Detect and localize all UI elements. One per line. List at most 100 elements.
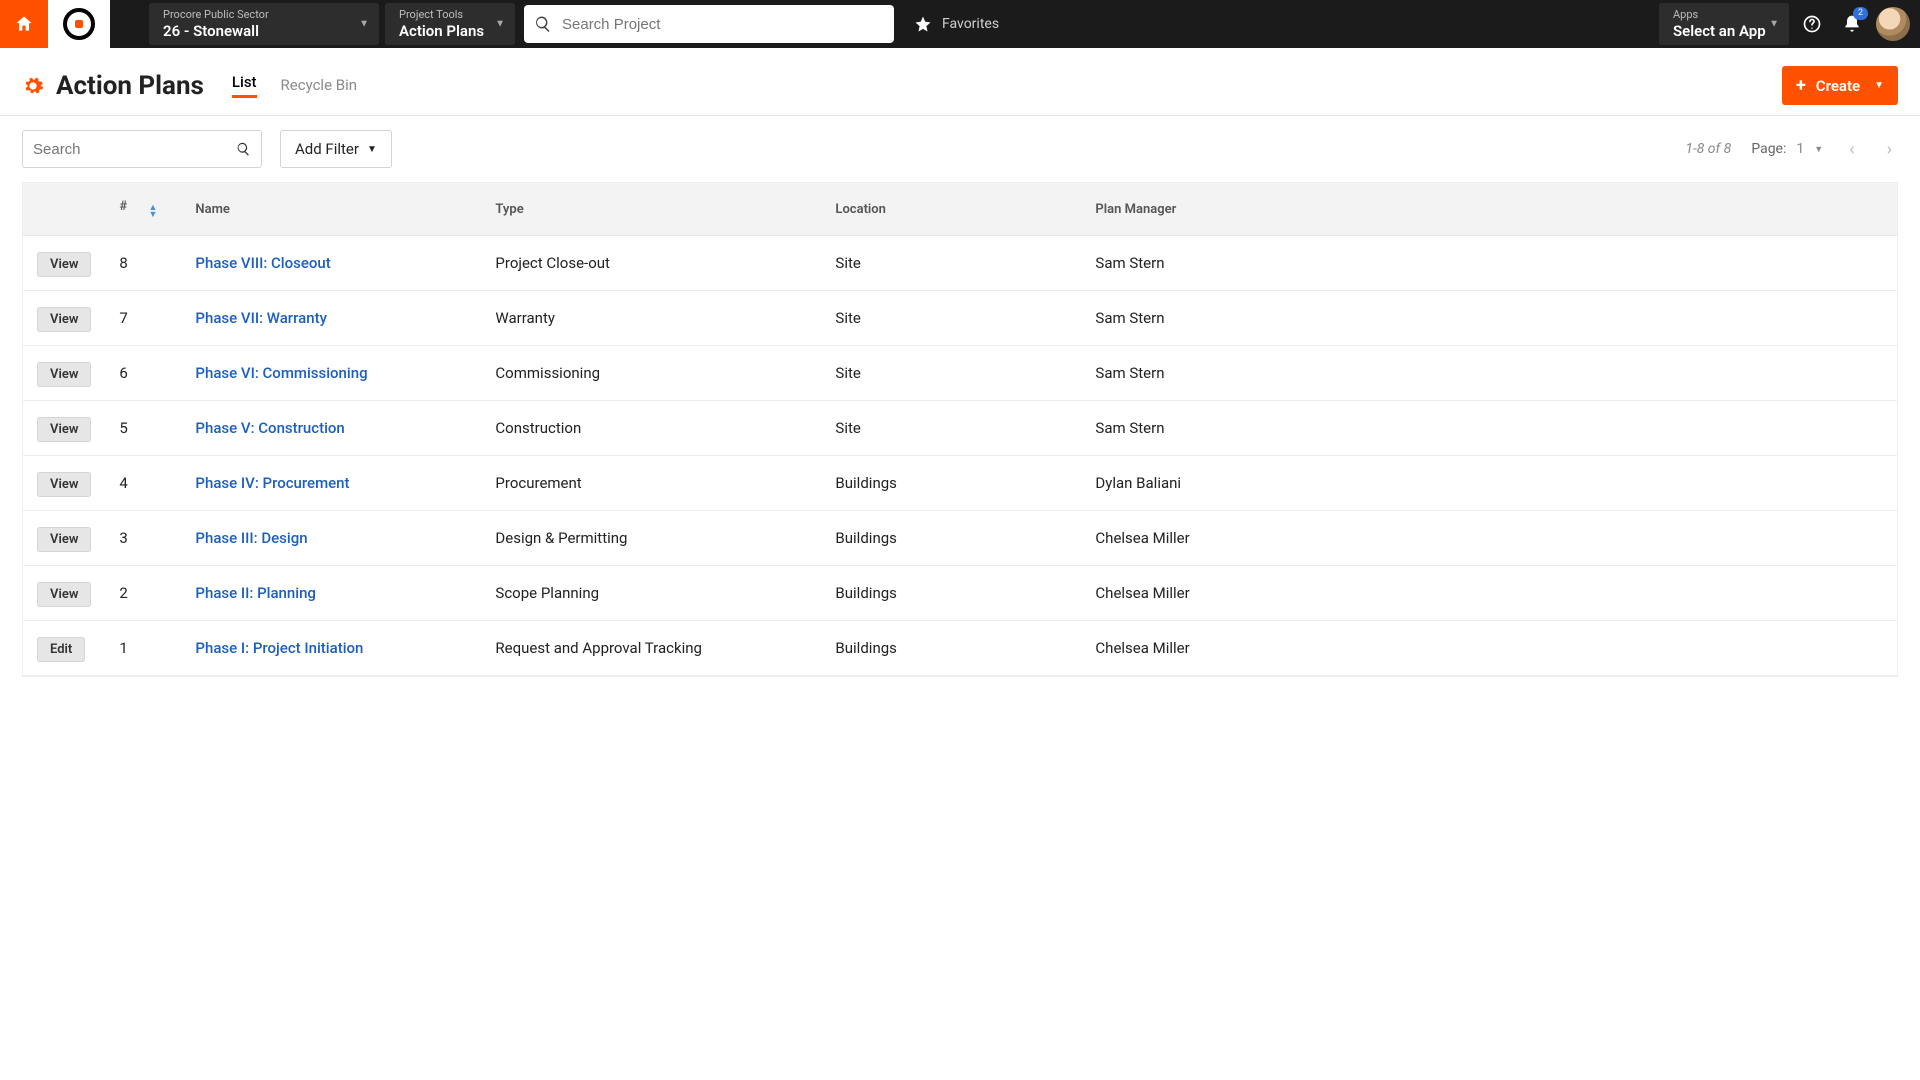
table-row: View8Phase VIII: CloseoutProject Close-o… <box>23 236 1897 291</box>
row-number: 8 <box>105 236 181 291</box>
table-row: View2Phase II: PlanningScope PlanningBui… <box>23 566 1897 621</box>
row-location: Site <box>821 346 1081 401</box>
page-header: Action Plans List Recycle Bin + Create ▼ <box>0 48 1920 116</box>
chevron-down-icon: ▼ <box>1874 80 1884 91</box>
column-header-type[interactable]: Type <box>481 183 821 236</box>
row-action-button[interactable]: View <box>37 417 91 442</box>
action-plans-table: # ▲▼ Name Type Location Plan Manager Vie… <box>22 182 1898 677</box>
column-header-name[interactable]: Name <box>181 183 481 236</box>
table-row: Edit 1 Phase I: Project Initiation Request … <box>23 621 1897 676</box>
home-icon <box>14 14 34 34</box>
list-search[interactable] <box>22 130 262 168</box>
result-range: 1-8 of 8 <box>1685 141 1731 157</box>
column-header-number[interactable]: # ▲▼ <box>105 183 181 236</box>
apps-value: Select an App <box>1673 22 1773 40</box>
row-type: Construction <box>481 401 821 456</box>
row-manager: Sam Stern <box>1081 401 1847 456</box>
tool-selector[interactable]: Project Tools Action Plans ▼ <box>385 3 515 45</box>
list-toolbar: Add Filter ▼ 1-8 of 8 Page: 1 ▼ ‹ › <box>0 116 1920 182</box>
plan-name-link[interactable]: Phase III: Design <box>195 529 307 547</box>
list-search-input[interactable] <box>33 141 236 158</box>
page-title: Action Plans <box>56 71 204 101</box>
row-number: 4 <box>105 456 181 511</box>
star-icon <box>914 15 932 33</box>
column-header-location[interactable]: Location <box>821 183 1081 236</box>
help-button[interactable] <box>1792 0 1832 48</box>
apps-selector[interactable]: Apps Select an App ▼ <box>1659 3 1789 45</box>
apps-label: Apps <box>1673 8 1773 22</box>
favorites-button[interactable]: Favorites <box>900 0 1013 48</box>
filter-label: Add Filter <box>295 140 359 158</box>
chevron-down-icon: ▼ <box>359 19 369 30</box>
row-action-button[interactable]: Edit <box>37 637 85 662</box>
table-row: View6Phase VI: CommissioningCommissionin… <box>23 346 1897 401</box>
row-type: Scope Planning <box>481 566 821 621</box>
page-number[interactable]: 1 <box>1796 141 1804 157</box>
page-label: Page: <box>1751 141 1786 157</box>
plan-name-link[interactable]: Phase VII: Warranty <box>195 309 327 327</box>
top-navbar: Procore Public Sector 26 - Stonewall ▼ P… <box>0 0 1920 48</box>
plan-name-link[interactable]: Phase IV: Procurement <box>195 474 349 492</box>
row-number: 7 <box>105 291 181 346</box>
row-number: 1 <box>105 621 181 676</box>
row-action-button[interactable]: View <box>37 362 91 387</box>
plan-name-link[interactable]: Phase VIII: Closeout <box>195 254 330 272</box>
global-search-input[interactable] <box>562 16 884 33</box>
app-logo[interactable] <box>48 0 110 48</box>
row-location: Buildings <box>821 456 1081 511</box>
row-action-button[interactable]: View <box>37 582 91 607</box>
create-label: Create <box>1816 77 1860 95</box>
prev-page-button[interactable]: ‹ <box>1843 139 1860 160</box>
user-avatar[interactable] <box>1876 7 1910 41</box>
tab-recycle-bin[interactable]: Recycle Bin <box>281 76 358 98</box>
row-number: 6 <box>105 346 181 401</box>
help-icon <box>1802 14 1822 34</box>
column-header-manager[interactable]: Plan Manager <box>1081 183 1847 236</box>
row-number: 5 <box>105 401 181 456</box>
create-button[interactable]: + Create ▼ <box>1782 66 1898 105</box>
home-button[interactable] <box>0 0 48 48</box>
chevron-down-icon: ▼ <box>495 19 505 30</box>
favorites-label: Favorites <box>942 16 999 32</box>
sort-icon[interactable]: ▲▼ <box>148 205 157 219</box>
row-location: Buildings <box>821 511 1081 566</box>
tool-value: Action Plans <box>399 22 499 40</box>
plan-name-link[interactable]: Phase VI: Commissioning <box>195 364 367 382</box>
tools-label: Project Tools <box>399 8 499 22</box>
row-manager: Chelsea Miller <box>1081 566 1847 621</box>
plus-icon: + <box>1796 75 1806 96</box>
row-action-button[interactable]: View <box>37 527 91 552</box>
row-number: 2 <box>105 566 181 621</box>
search-icon <box>236 141 251 157</box>
table-row: View4Phase IV: ProcurementProcurementBui… <box>23 456 1897 511</box>
row-action-button[interactable]: View <box>37 472 91 497</box>
chevron-down-icon[interactable]: ▼ <box>1814 144 1823 155</box>
project-value: 26 - Stonewall <box>163 22 363 40</box>
add-filter-button[interactable]: Add Filter ▼ <box>280 130 392 168</box>
row-type: Request and Approval Tracking <box>481 621 821 676</box>
project-selector[interactable]: Procore Public Sector 26 - Stonewall ▼ <box>149 3 379 45</box>
row-location: Buildings <box>821 621 1081 676</box>
row-manager: Sam Stern <box>1081 291 1847 346</box>
notification-count-badge: 2 <box>1853 7 1868 20</box>
tab-list[interactable]: List <box>232 73 257 98</box>
pagination: 1-8 of 8 Page: 1 ▼ ‹ › <box>1685 139 1898 160</box>
company-label: Procore Public Sector <box>163 8 363 22</box>
plan-name-link[interactable]: Phase II: Planning <box>195 584 316 602</box>
plan-name-link[interactable]: Phase I: Project Initiation <box>195 639 363 657</box>
table-row: View5Phase V: ConstructionConstructionSi… <box>23 401 1897 456</box>
plan-name-link[interactable]: Phase V: Construction <box>195 419 344 437</box>
row-action-button[interactable]: View <box>37 252 91 277</box>
row-manager: Chelsea Miller <box>1081 621 1847 676</box>
chevron-down-icon: ▼ <box>1769 19 1779 30</box>
row-number: 3 <box>105 511 181 566</box>
notifications-button[interactable]: 2 <box>1832 0 1872 48</box>
search-icon <box>534 15 552 33</box>
column-header-spacer <box>1847 183 1897 236</box>
next-page-button[interactable]: › <box>1881 139 1898 160</box>
row-manager: Sam Stern <box>1081 346 1847 401</box>
global-search[interactable] <box>524 5 894 43</box>
row-manager: Sam Stern <box>1081 236 1847 291</box>
row-action-button[interactable]: View <box>37 307 91 332</box>
column-header-action <box>23 183 105 236</box>
